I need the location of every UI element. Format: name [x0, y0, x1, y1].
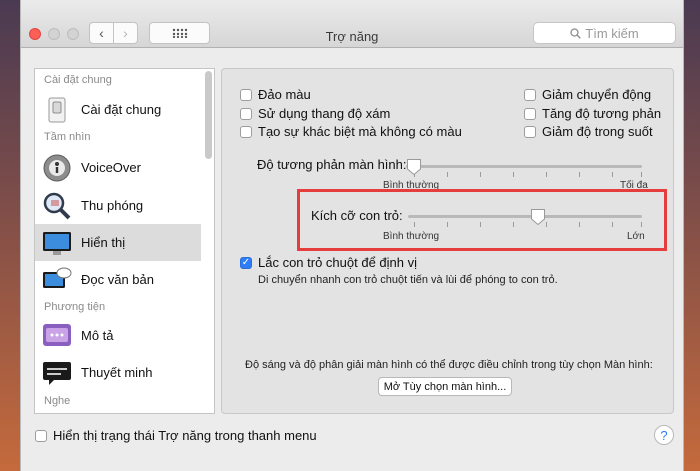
- slider-tick: [612, 172, 613, 177]
- section-media: Phương tiện: [44, 301, 106, 313]
- title-bar: ‹ › Trợ năng Tìm kiếm: [21, 0, 683, 48]
- sidebar-item-label: VoiceOver: [81, 160, 141, 175]
- slider-tick: [641, 222, 642, 227]
- checkbox-label: Tạo sự khác biệt mà không có màu: [258, 124, 462, 139]
- section-general: Cài đặt chung: [44, 74, 112, 86]
- checkbox-label: Sử dụng thang độ xám: [258, 106, 391, 121]
- checkbox-label: Lắc con trỏ chuột để định vị: [258, 255, 417, 270]
- checkbox-label: Giảm chuyển động: [542, 87, 652, 102]
- shake-description: Di chuyển nhanh con trỏ chuột tiến và lù…: [258, 274, 558, 286]
- slider-tick: [579, 222, 580, 227]
- checkbox-label: Giảm độ trong suốt: [542, 124, 653, 139]
- cursor-max-label: Lớn: [627, 231, 645, 242]
- display-note: Độ sáng và độ phân giải màn hình có thể …: [245, 359, 653, 371]
- display-monitor-icon: [43, 231, 71, 255]
- sidebar-item-general[interactable]: Cài đặt chung: [35, 91, 201, 128]
- invert-colors-checkbox[interactable]: Đảo màu: [240, 87, 311, 102]
- slider-tick: [513, 222, 514, 227]
- sidebar-item-display[interactable]: Hiển thị: [35, 224, 201, 261]
- sidebar-item-captions[interactable]: Thuyết minh: [35, 354, 201, 391]
- open-display-prefs-button[interactable]: Mở Tùy chọn màn hình...: [378, 377, 512, 396]
- help-button[interactable]: ?: [654, 425, 674, 445]
- sidebar-item-label: Mô tả: [81, 328, 114, 343]
- sidebar-item-voiceover[interactable]: VoiceOver: [35, 149, 201, 186]
- checkbox-box[interactable]: [524, 88, 536, 101]
- section-hearing: Nghe: [44, 395, 71, 407]
- slider-tick: [546, 172, 547, 177]
- contrast-slider-knob[interactable]: [406, 158, 422, 176]
- checkbox-label: Hiển thị trạng thái Trợ năng trong thanh…: [53, 428, 317, 443]
- cursor-size-slider-track[interactable]: [408, 215, 642, 218]
- increase-contrast-checkbox[interactable]: Tăng độ tương phản: [524, 106, 661, 121]
- switch-icon: [48, 97, 66, 122]
- sidebar-item-label: Đọc văn bản: [81, 272, 154, 287]
- shake-to-locate-checkbox[interactable]: ✓ Lắc con trỏ chuột để định vị: [240, 255, 417, 270]
- slider-tick: [480, 222, 481, 227]
- search-field[interactable]: Tìm kiếm: [533, 22, 676, 44]
- cursor-size-label: Kích cỡ con trỏ:: [311, 208, 403, 223]
- sidebar-item-description[interactable]: Mô tả: [35, 317, 201, 354]
- differentiate-checkbox[interactable]: Tạo sự khác biệt mà không có màu: [240, 124, 462, 139]
- cursor-min-label: Bình thường: [383, 231, 440, 242]
- slider-tick: [414, 222, 415, 227]
- sidebar-item-zoom[interactable]: Thu phóng: [35, 187, 201, 224]
- captions-icon: [43, 361, 71, 385]
- sidebar-item-label: Thuyết minh: [81, 365, 153, 380]
- menu-status-checkbox[interactable]: Hiển thị trạng thái Trợ năng trong thanh…: [35, 428, 317, 443]
- checkbox-box[interactable]: [524, 125, 536, 138]
- checkbox-box[interactable]: [240, 125, 252, 138]
- sidebar-scrollbar[interactable]: [205, 71, 212, 159]
- cursor-size-slider-knob[interactable]: [530, 208, 546, 226]
- grayscale-checkbox[interactable]: Sử dụng thang độ xám: [240, 106, 390, 121]
- sidebar-item-speech[interactable]: Đọc văn bản: [35, 261, 201, 298]
- checkbox-box[interactable]: [35, 429, 47, 442]
- checkbox-box[interactable]: [240, 107, 252, 120]
- checkbox-label: Đảo màu: [258, 87, 311, 102]
- sidebar[interactable]: Cài đặt chung Cài đặt chung Tầm nhìn Voi…: [34, 68, 215, 414]
- checkbox-box[interactable]: [524, 107, 536, 120]
- description-icon: [43, 323, 71, 346]
- sidebar-item-label: Thu phóng: [81, 198, 144, 213]
- search-placeholder: Tìm kiếm: [585, 25, 639, 41]
- checkbox-box[interactable]: ✓: [240, 256, 252, 269]
- speech-bubble-icon: [43, 267, 72, 288]
- search-icon: [570, 27, 582, 39]
- slider-tick: [447, 172, 448, 177]
- slider-tick: [612, 222, 613, 227]
- voiceover-icon: [43, 154, 71, 181]
- slider-tick: [513, 172, 514, 177]
- checkbox-label: Tăng độ tương phản: [542, 106, 662, 121]
- checkbox-box[interactable]: [240, 88, 252, 101]
- sidebar-item-label: Cài đặt chung: [81, 102, 162, 117]
- slider-tick: [480, 172, 481, 177]
- contrast-slider-label: Độ tương phản màn hình:: [257, 157, 407, 172]
- section-vision: Tầm nhìn: [44, 131, 91, 143]
- slider-tick: [546, 222, 547, 227]
- slider-tick: [579, 172, 580, 177]
- sidebar-item-label: Hiển thị: [81, 235, 126, 250]
- slider-tick: [447, 222, 448, 227]
- accessibility-window: ‹ › Trợ năng Tìm kiếm Cài đặt chung Cài …: [20, 0, 684, 471]
- contrast-slider-track[interactable]: [406, 165, 642, 168]
- reduce-motion-checkbox[interactable]: Giảm chuyển động: [524, 87, 651, 102]
- slider-tick: [641, 172, 642, 177]
- reduce-transparency-checkbox[interactable]: Giảm độ trong suốt: [524, 124, 653, 139]
- zoom-magnifier-icon: [43, 192, 71, 219]
